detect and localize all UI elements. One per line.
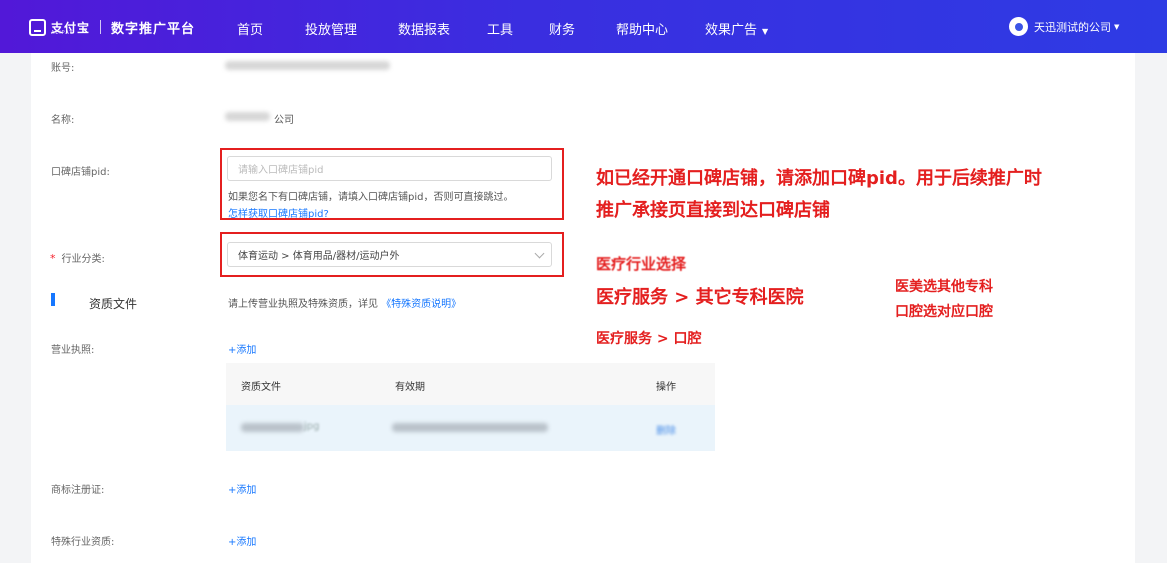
platform-title: 数字推广平台 [111,21,196,37]
col-header-validity: 有效期 [395,382,425,393]
annotation-industry-line1: 医疗行业选择 [596,255,687,273]
file-name-redacted [241,423,304,432]
col-header-action: 操作 [656,382,676,393]
chevron-down-icon: ▼ [1114,22,1120,31]
annotation-box-industry [220,232,564,277]
annotation-aesthetic-line2: 口腔选对应口腔 [895,304,993,320]
name-value-redacted [225,112,270,121]
top-nav-bar: 支付宝 ALIPAY 数字推广平台 首页 投放管理 数据报表 工具 财务 帮助中… [0,0,1167,53]
user-menu[interactable]: 天迅测试的公司 ▼ [1009,17,1119,36]
table-row: jpg 删除 [226,405,715,451]
chevron-down-icon: ▼ [762,27,769,36]
add-business-license-button[interactable]: +添加 [228,341,256,356]
avatar [1009,17,1028,36]
brand[interactable]: 支付宝 ALIPAY 数字推广平台 [29,18,196,37]
validity-redacted [392,423,548,432]
file-extension: jpg [304,421,320,432]
name-value: 公司 [274,115,294,126]
nav-home[interactable]: 首页 [237,19,263,38]
annotation-pid-line1: 如已经开通口碑店铺，请添加口碑pid。用于后续推广时 [596,168,1042,189]
qualification-intro-text: 请上传营业执照及特殊资质，详见 [228,299,378,310]
nav-data-reports[interactable]: 数据报表 [398,19,450,38]
delete-file-link[interactable]: 删除 [656,422,676,437]
nav-tools[interactable]: 工具 [487,19,513,38]
store-pid-label: 口碑店铺pid: [51,167,110,178]
nav-finance[interactable]: 财务 [549,19,575,38]
user-name: 天迅测试的公司 [1034,20,1111,34]
add-trademark-button[interactable]: +添加 [228,481,256,496]
add-special-industry-button[interactable]: +添加 [228,533,256,548]
required-asterisk: * [50,252,56,265]
annotation-aesthetic-line1: 医美选其他专科 [895,279,993,295]
industry-label: * 行业分类: [50,250,105,265]
special-industry-label: 特殊行业资质: [51,537,115,548]
account-label: 账号: [51,63,75,74]
qualification-table: 资质文件 有效期 操作 jpg 删除 [226,363,715,451]
table-header: 资质文件 有效期 操作 [226,363,715,405]
account-value-redacted [225,61,390,70]
brand-divider [100,20,102,34]
name-label: 名称: [51,115,75,126]
annotation-dental: 医疗服务 > 口腔 [596,331,702,347]
alipay-logo-icon [29,18,46,36]
col-header-file: 资质文件 [241,382,281,393]
brand-sub: ALIPAY [51,30,74,36]
annotation-pid-line2: 推广承接页直接到达口碑店铺 [596,200,830,221]
special-qualification-link[interactable]: 《特殊资质说明》 [381,299,461,310]
annotation-industry-line2: 医疗服务 > 其它专科医院 [596,287,804,308]
business-license-label: 营业执照: [51,345,95,356]
trademark-label: 商标注册证: [51,485,105,496]
nav-performance-ads[interactable]: 效果广告 ▼ [705,19,768,38]
section-marker [51,293,55,306]
nav-help-center[interactable]: 帮助中心 [616,19,668,38]
annotation-box-store-pid [220,148,564,220]
user-icon [1014,22,1023,31]
nav-performance-ads-label: 效果广告 [705,23,758,38]
nav-campaign-management[interactable]: 投放管理 [305,19,357,38]
qualification-intro: 请上传营业执照及特殊资质，详见 《特殊资质说明》 [228,295,461,310]
section-title-qualification: 资质文件 [89,297,138,311]
industry-label-text: 行业分类: [61,254,105,265]
